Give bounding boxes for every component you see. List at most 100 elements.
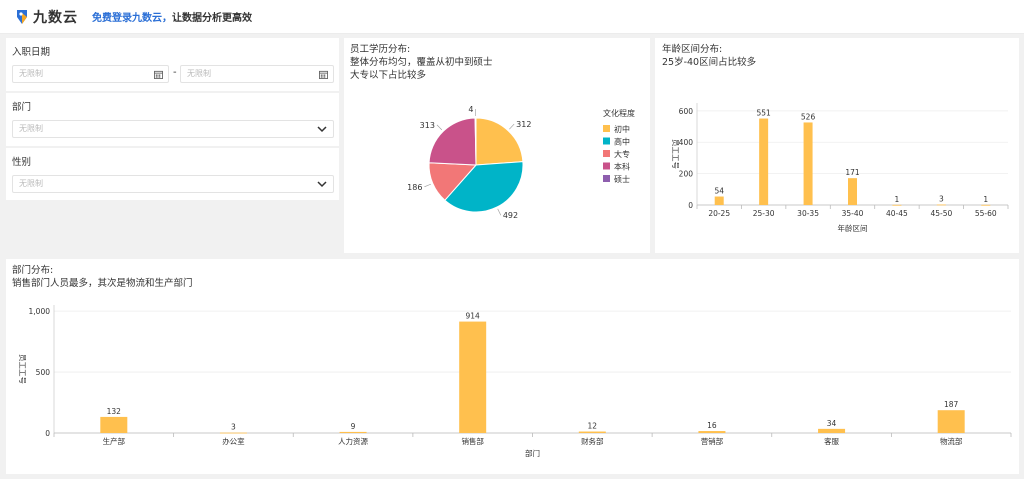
y-axis-label: 员工工号 bbox=[671, 139, 680, 169]
bar bbox=[892, 204, 902, 206]
pie-data-label: 4 bbox=[468, 105, 473, 114]
bar bbox=[937, 410, 965, 433]
calendar-icon[interactable] bbox=[319, 70, 328, 79]
filter-panel: 入职日期 无限制 - 无限制 部门 无限制 性别 无限制 bbox=[6, 38, 339, 200]
bar bbox=[459, 321, 487, 433]
x-tick-label: 营销部 bbox=[701, 436, 724, 446]
x-tick-label: 生产部 bbox=[103, 436, 126, 446]
legend-title: 文化程度 bbox=[603, 108, 635, 118]
x-tick-label: 35-40 bbox=[842, 209, 864, 218]
department-card: 部门分布: 销售部门人员最多，其次是物流和生产部门 0 500 1,000 132 生产… bbox=[6, 259, 1019, 474]
slogan-highlight[interactable]: 免费登录九数云， bbox=[92, 13, 172, 24]
y-tick-label: 200 bbox=[679, 170, 694, 179]
hire-date-label: 入职日期 bbox=[12, 47, 51, 58]
y-tick-label: 0 bbox=[688, 201, 693, 210]
legend-swatch bbox=[603, 162, 610, 170]
pie-data-label: 186 bbox=[407, 183, 422, 192]
legend-swatch bbox=[603, 137, 610, 145]
education-title: 员工学历分布: 整体分布均匀，覆盖从初中到硕士 大专以下占比较多 bbox=[350, 43, 493, 82]
hire-date-end-input[interactable]: 无限制 bbox=[180, 65, 334, 83]
department-title-line: 部门分布: bbox=[12, 265, 54, 276]
bar-data-label: 3 bbox=[939, 195, 944, 204]
bar bbox=[714, 196, 724, 205]
top-header: 九数云 免费登录九数云，让数据分析更高效 bbox=[0, 0, 1024, 34]
bar bbox=[848, 178, 857, 205]
filter-gender: 性别 无限制 bbox=[6, 148, 339, 200]
x-tick-label: 40-45 bbox=[886, 209, 908, 218]
legend-swatch bbox=[603, 175, 610, 182]
bar-data-label: 1 bbox=[895, 195, 900, 204]
y-tick-label: 500 bbox=[36, 368, 51, 377]
department-placeholder: 无限制 bbox=[19, 124, 43, 133]
department-select[interactable]: 无限制 bbox=[12, 120, 334, 138]
hire-date-start-input[interactable]: 无限制 bbox=[12, 65, 169, 83]
bar bbox=[936, 204, 946, 206]
y-axis-label: 员工工号 bbox=[18, 354, 27, 384]
pie-slice bbox=[428, 117, 477, 166]
x-tick-label: 25-30 bbox=[753, 209, 775, 218]
slogan[interactable]: 免费登录九数云，让数据分析更高效 bbox=[92, 9, 252, 24]
education-pie-chart: 312 492 186 313 4 文化程度初中高中大专本科硕士 bbox=[407, 105, 635, 220]
pie-label-leader bbox=[424, 183, 431, 188]
bar bbox=[818, 428, 846, 433]
x-tick-label: 45-50 bbox=[930, 209, 952, 218]
x-tick-label: 物流部 bbox=[940, 436, 963, 446]
legend-label: 本科 bbox=[614, 162, 630, 172]
bar bbox=[981, 204, 991, 206]
bar-data-label: 16 bbox=[707, 421, 717, 430]
logo-text: 九数云 bbox=[33, 9, 78, 26]
bar-data-label: 12 bbox=[588, 422, 598, 431]
x-tick-label: 人力资源 bbox=[338, 436, 368, 446]
pie-label-leader bbox=[509, 123, 515, 130]
bar-data-label: 1 bbox=[983, 195, 988, 204]
hire-date-start-placeholder: 无限制 bbox=[19, 69, 43, 78]
legend-swatch bbox=[603, 125, 610, 132]
x-tick-label: 客服 bbox=[824, 436, 839, 446]
bar-data-label: 54 bbox=[714, 187, 724, 196]
age-title-line: 年龄区间分布: bbox=[662, 44, 723, 55]
slogan-rest: 让数据分析更高效 bbox=[172, 13, 252, 24]
bar-data-label: 526 bbox=[801, 112, 816, 121]
age-title: 年龄区间分布: 25岁-40区间占比较多 bbox=[662, 43, 756, 69]
legend-label: 高中 bbox=[614, 137, 630, 147]
education-title-line: 整体分布均匀，覆盖从初中到硕士 bbox=[350, 57, 493, 68]
bar bbox=[100, 416, 128, 433]
age-card: 年龄区间分布: 25岁-40区间占比较多 0 200 400 600 54 20-25 55… bbox=[655, 38, 1019, 253]
filter-hire-date: 入职日期 无限制 - 无限制 bbox=[6, 38, 339, 91]
legend-swatch bbox=[603, 150, 610, 157]
y-tick-label: 0 bbox=[45, 429, 50, 438]
logo[interactable]: 九数云 bbox=[14, 7, 78, 27]
pie-label-leader bbox=[436, 124, 443, 131]
education-title-line: 员工学历分布: bbox=[350, 44, 411, 55]
x-tick-label: 30-35 bbox=[797, 209, 819, 218]
gender-label: 性别 bbox=[12, 157, 32, 168]
gender-select[interactable]: 无限制 bbox=[12, 175, 334, 193]
bar bbox=[339, 431, 367, 433]
bar-data-label: 914 bbox=[466, 312, 481, 321]
bar bbox=[759, 118, 769, 205]
x-axis-label: 年龄区间 bbox=[838, 223, 868, 233]
education-card: 员工学历分布: 整体分布均匀，覆盖从初中到硕士 大专以下占比较多 312 492 1… bbox=[344, 38, 650, 253]
bar-data-label: 9 bbox=[351, 422, 356, 431]
bar bbox=[803, 122, 813, 205]
x-tick-label: 财务部 bbox=[581, 436, 604, 446]
bar-data-label: 551 bbox=[756, 109, 771, 118]
y-tick-label: 600 bbox=[679, 107, 694, 116]
x-tick-label: 20-25 bbox=[708, 209, 730, 218]
x-tick-label: 55-60 bbox=[975, 209, 997, 218]
pie-data-label: 492 bbox=[503, 211, 518, 220]
bar bbox=[578, 431, 606, 433]
legend-label: 初中 bbox=[614, 124, 630, 134]
bar-data-label: 34 bbox=[827, 419, 837, 428]
department-title-line: 销售部门人员最多，其次是物流和生产部门 bbox=[12, 278, 193, 289]
x-tick-label: 销售部 bbox=[461, 436, 484, 446]
x-tick-label: 办公室 bbox=[222, 436, 245, 446]
bar-data-label: 132 bbox=[107, 407, 122, 416]
calendar-icon[interactable] bbox=[154, 70, 163, 79]
department-title: 部门分布: 销售部门人员最多，其次是物流和生产部门 bbox=[12, 264, 193, 290]
legend-label: 硕士 bbox=[614, 174, 630, 184]
pie-data-label: 313 bbox=[420, 121, 435, 130]
date-range-separator: - bbox=[173, 67, 177, 78]
age-title-line: 25岁-40区间占比较多 bbox=[662, 57, 757, 68]
hire-date-end-placeholder: 无限制 bbox=[187, 69, 211, 78]
